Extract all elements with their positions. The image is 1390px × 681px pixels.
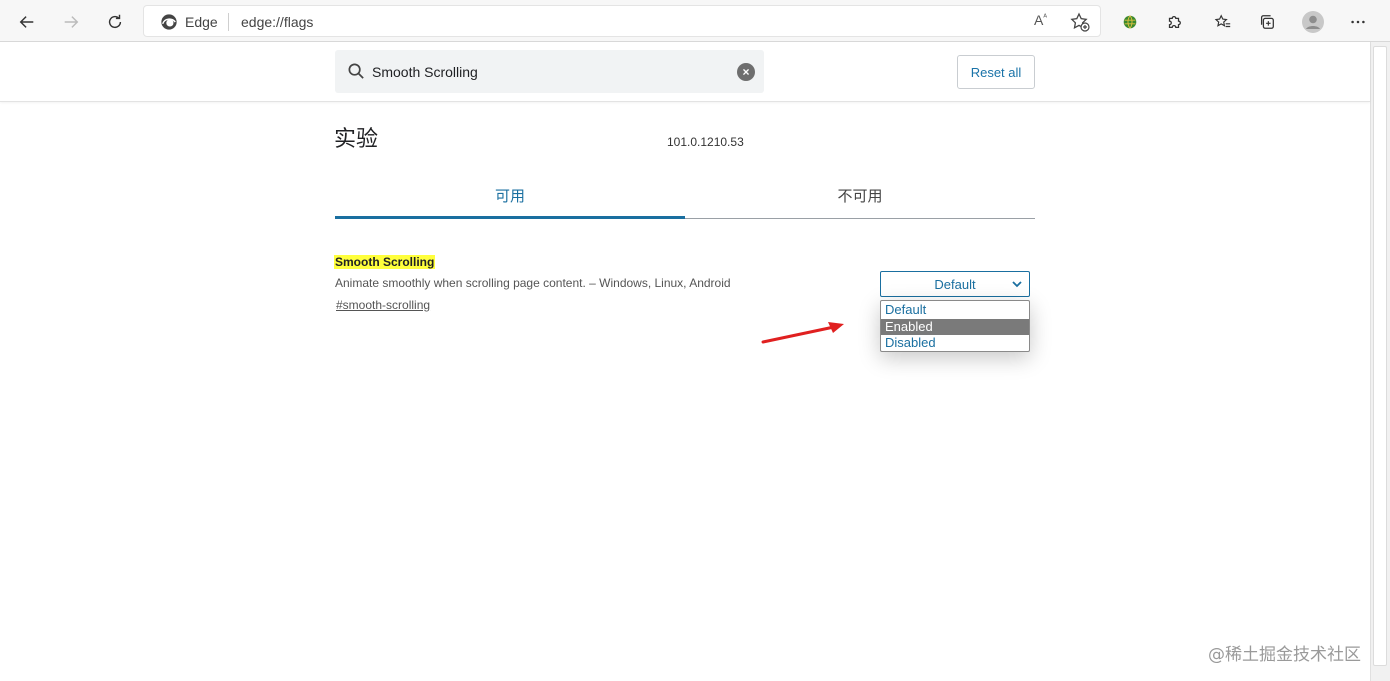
site-name: Edge — [185, 14, 218, 30]
extension-button[interactable] — [1114, 6, 1146, 38]
option-enabled[interactable]: Enabled — [881, 319, 1029, 335]
tab-available[interactable]: 可用 — [335, 172, 685, 218]
favorites-button[interactable] — [1207, 6, 1239, 38]
chevron-down-icon — [1012, 281, 1022, 288]
address-bar[interactable]: Edge edge://flags Aᴬ — [143, 5, 1101, 37]
address-divider — [228, 13, 229, 31]
puzzle-icon — [1168, 15, 1181, 29]
extensions-button[interactable] — [1158, 6, 1190, 38]
more-dots-icon — [1351, 20, 1365, 24]
back-button[interactable] — [11, 6, 43, 38]
profile-button[interactable] — [1297, 6, 1329, 38]
option-default[interactable]: Default — [881, 302, 1029, 318]
scrollbar-thumb[interactable] — [1373, 46, 1387, 666]
refresh-button[interactable] — [99, 6, 131, 38]
search-box[interactable]: × — [335, 50, 764, 93]
experiment-description: Animate smoothly when scrolling page con… — [335, 276, 731, 290]
back-arrow-icon — [19, 16, 34, 28]
extension-globe-icon — [1123, 15, 1137, 29]
add-favorite-icon[interactable] — [1069, 11, 1091, 33]
experiment-permalink[interactable]: #smooth-scrolling — [336, 298, 430, 312]
experiment-select[interactable]: Default — [880, 271, 1030, 297]
active-tab-indicator — [335, 216, 685, 219]
flags-header: × Reset all — [0, 42, 1370, 102]
forward-button[interactable] — [55, 6, 87, 38]
option-disabled[interactable]: Disabled — [881, 335, 1029, 351]
watermark: @稀土掘金技术社区 — [1208, 645, 1361, 665]
browser-toolbar: Edge edge://flags Aᴬ — [0, 0, 1390, 42]
annotation-arrow-icon — [761, 322, 844, 344]
url-text[interactable]: edge://flags — [241, 14, 313, 30]
collections-button[interactable] — [1251, 6, 1283, 38]
search-icon — [348, 63, 364, 79]
tab-bar: 可用 不可用 — [335, 172, 1035, 219]
forward-arrow-icon — [64, 16, 79, 28]
refresh-icon — [108, 14, 122, 29]
read-aloud-icon[interactable]: Aᴬ — [1034, 12, 1047, 28]
select-dropdown: Default Enabled Disabled — [880, 300, 1030, 352]
version-text: 101.0.1210.53 — [667, 135, 744, 149]
settings-more-button[interactable] — [1342, 6, 1374, 38]
favorites-star-icon — [1214, 14, 1231, 28]
avatar-icon — [1302, 11, 1324, 33]
clear-search-icon[interactable]: × — [737, 63, 755, 81]
edge-logo-icon — [161, 14, 177, 30]
experiment-title: Smooth Scrolling — [334, 255, 436, 269]
page-title: 实验 — [334, 127, 379, 152]
search-input[interactable] — [372, 61, 732, 83]
select-value: Default — [934, 276, 976, 292]
tab-unavailable[interactable]: 不可用 — [685, 172, 1035, 218]
collections-icon — [1260, 15, 1274, 29]
reset-all-button[interactable]: Reset all — [957, 55, 1035, 89]
